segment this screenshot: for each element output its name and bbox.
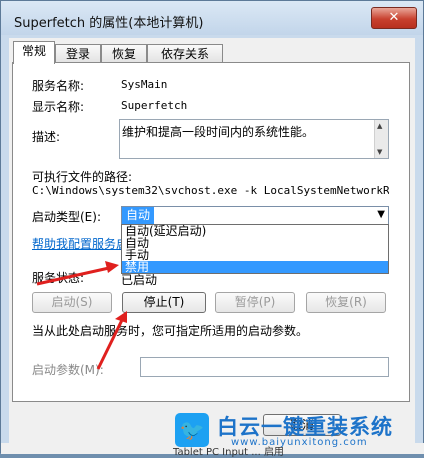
arrow-to-disabled-option-icon: [36, 261, 119, 286]
watermark: 🐦 白云一键重装系统 www.baiyunxitong.com: [173, 411, 423, 453]
annotation-arrows: [36, 261, 127, 370]
properties-dialog: Superfetch 的属性(本地计算机) ✕ 常规 登录 恢复 依存关系 服务…: [0, 0, 424, 458]
twitter-bird-icon: 🐦: [175, 413, 209, 447]
watermark-url: www.baiyunxitong.com: [231, 437, 368, 448]
arrow-to-stop-button-icon: [96, 311, 127, 370]
